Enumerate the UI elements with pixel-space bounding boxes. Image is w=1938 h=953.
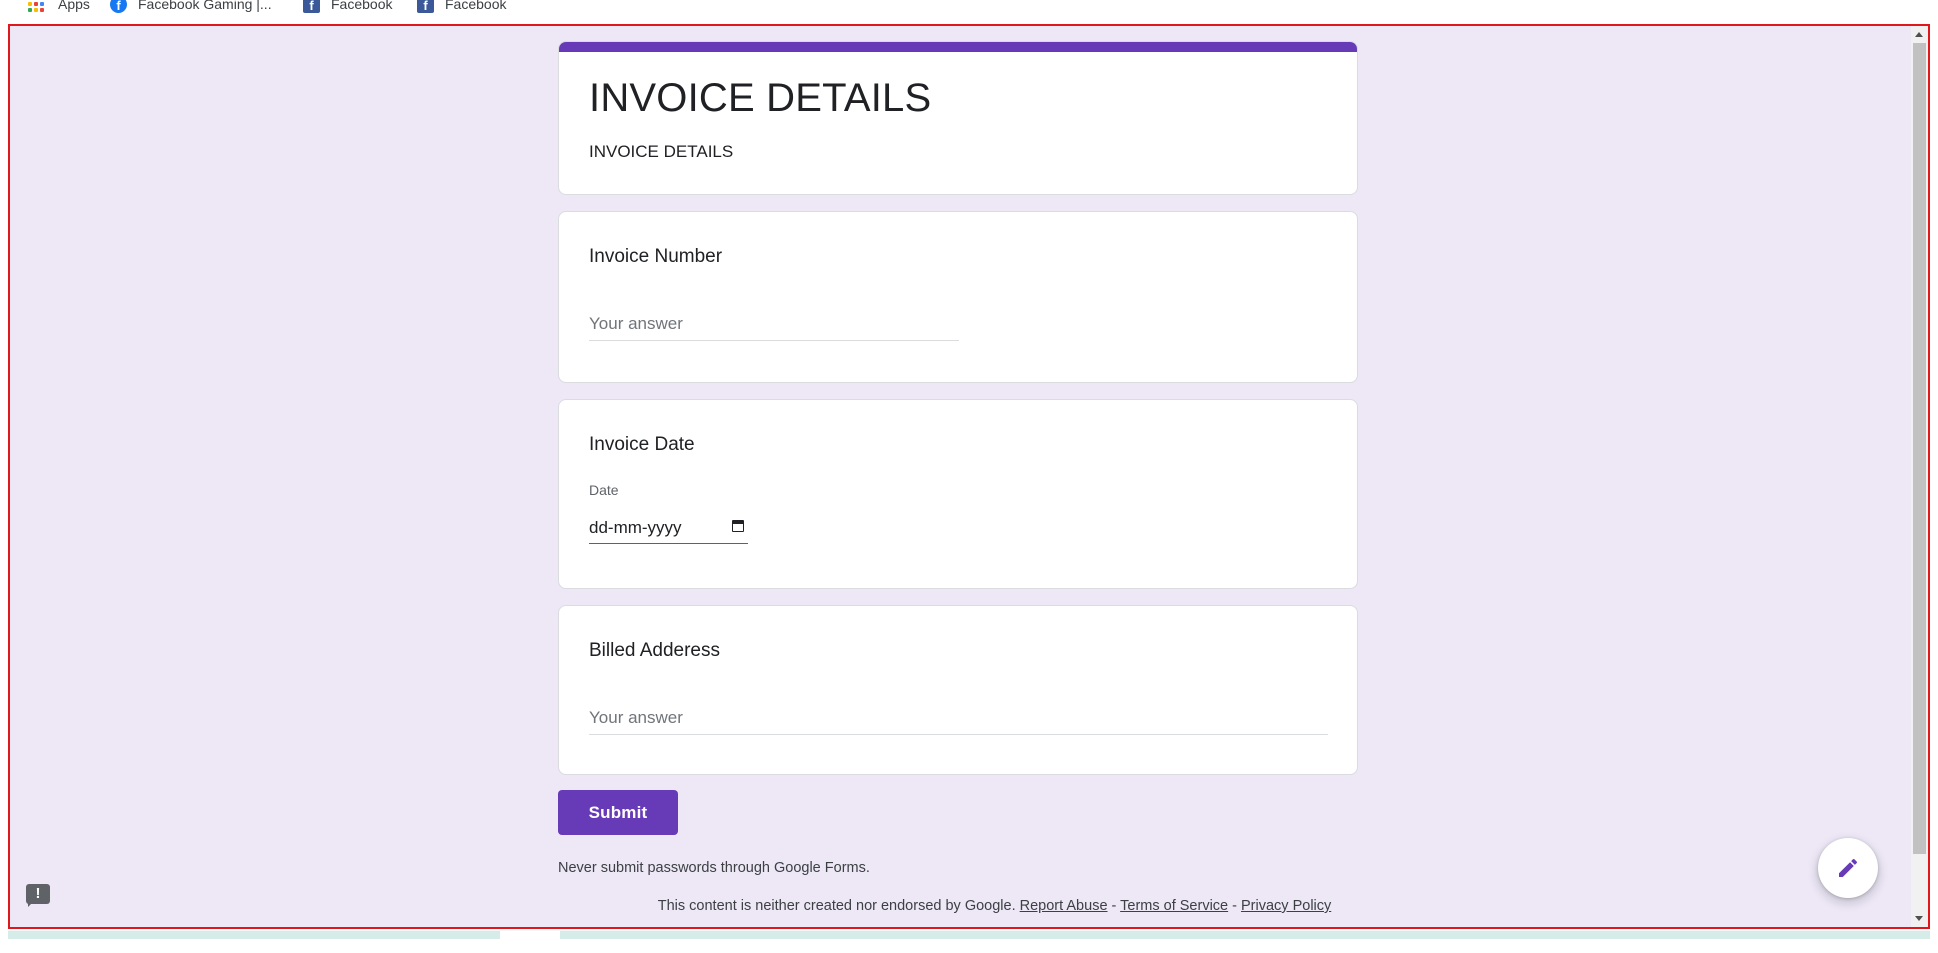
facebook-icon: f: [417, 0, 434, 13]
footer-disclaimer: This content is neither created nor endo…: [657, 898, 1020, 914]
invoice-date-input[interactable]: dd-mm-yyyy: [589, 518, 748, 544]
form-accent-bar: [559, 42, 1357, 52]
question-title: Invoice Date: [589, 434, 695, 455]
report-abuse-link[interactable]: Report Abuse: [1020, 898, 1108, 914]
question-title: Billed Adderess: [589, 640, 720, 661]
bookmark-apps[interactable]: Apps: [28, 0, 90, 14]
scroll-down-arrow-icon[interactable]: [1915, 916, 1923, 921]
question-card-invoice-number: Invoice Number: [558, 211, 1358, 383]
bookmark-facebook-gaming[interactable]: f Facebook Gaming |...: [110, 0, 272, 14]
bookmark-label: Facebook: [331, 0, 393, 12]
submit-button[interactable]: Submit: [558, 790, 678, 835]
vertical-scrollbar[interactable]: [1911, 26, 1928, 927]
billed-address-input[interactable]: [589, 708, 1328, 735]
submit-row: Submit: [558, 790, 678, 835]
facebook-icon: f: [303, 0, 320, 13]
privacy-policy-link[interactable]: Privacy Policy: [1241, 898, 1331, 914]
calendar-icon[interactable]: [732, 520, 744, 532]
terms-of-service-link[interactable]: Terms of Service: [1120, 898, 1228, 914]
question-card-invoice-date: Invoice Date Date dd-mm-yyyy: [558, 399, 1358, 589]
edit-pencil-icon: [1839, 858, 1858, 877]
date-sublabel: Date: [589, 482, 619, 498]
form-description: INVOICE DETAILS: [589, 142, 734, 161]
bookmark-label: Apps: [58, 0, 90, 12]
scroll-up-arrow-icon[interactable]: [1915, 32, 1923, 37]
footer-separator: -: [1228, 898, 1242, 914]
password-warning: Never submit passwords through Google Fo…: [558, 860, 870, 876]
invoice-number-input[interactable]: [589, 314, 959, 341]
bookmarks-bar: Apps f Facebook Gaming |... f Facebook f…: [0, 0, 1938, 24]
form-title: INVOICE DETAILS: [589, 76, 932, 120]
bookmark-facebook[interactable]: f Facebook: [303, 0, 392, 14]
footer-separator: -: [1107, 898, 1121, 914]
bookmark-label: Facebook Gaming |...: [138, 0, 272, 12]
form-column: INVOICE DETAILS INVOICE DETAILS Invoice …: [558, 41, 1358, 775]
apps-grid-icon: [28, 0, 45, 13]
edit-form-button[interactable]: [1818, 838, 1878, 898]
scroll-thumb[interactable]: [1913, 43, 1926, 854]
page-viewport: INVOICE DETAILS INVOICE DETAILS Invoice …: [8, 24, 1930, 929]
facebook-gaming-icon: f: [110, 0, 127, 13]
footer: This content is neither created nor endo…: [10, 898, 1915, 914]
question-title: Invoice Number: [589, 246, 723, 267]
form-header-card: INVOICE DETAILS INVOICE DETAILS: [558, 41, 1358, 195]
report-problem-icon[interactable]: !: [26, 884, 52, 908]
bookmark-facebook[interactable]: f Facebook: [417, 0, 506, 14]
date-placeholder: dd-mm-yyyy: [589, 518, 682, 537]
question-card-billed-address: Billed Adderess: [558, 605, 1358, 775]
bookmark-label: Facebook: [445, 0, 507, 12]
underlying-page-strip: [8, 931, 1930, 953]
